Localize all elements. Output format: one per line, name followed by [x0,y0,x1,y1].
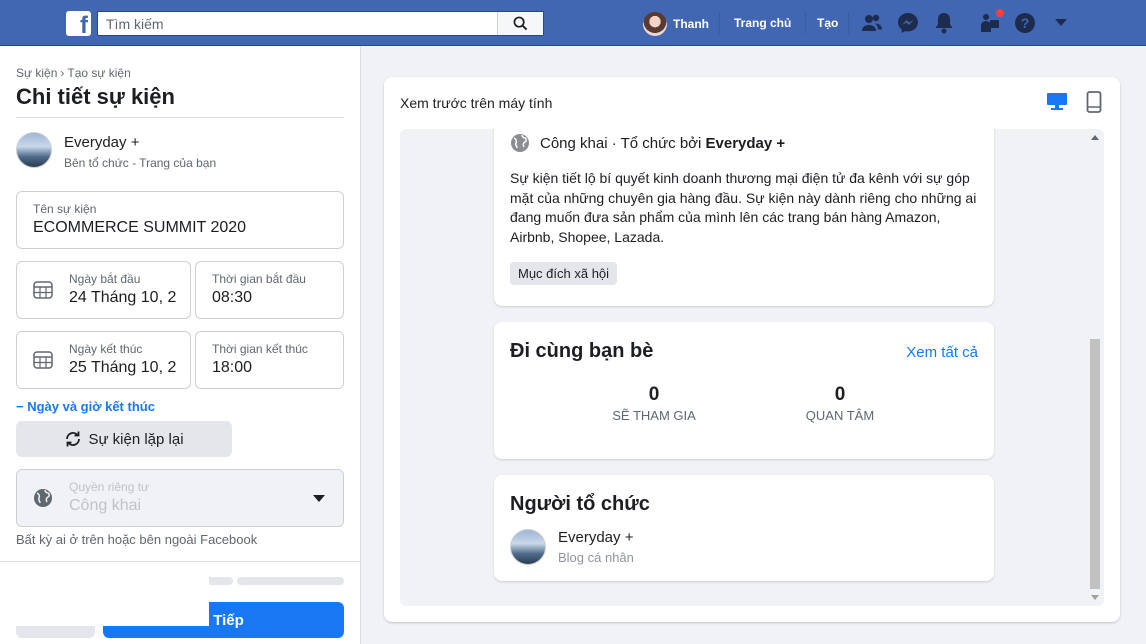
breadcrumb-events[interactable]: Sự kiện [16,66,57,80]
overlay-patch [0,563,209,626]
host-avatar [16,132,52,168]
search-input[interactable] [98,12,498,35]
see-all-link[interactable]: Xem tất cả [906,344,978,361]
end-time-field[interactable]: Thời gian kết thúc 18:00 [195,331,344,389]
divider [0,561,361,562]
preview-title: Xem trước trên máy tính [400,95,553,111]
divider [805,12,806,34]
breadcrumb-separator: › [60,66,65,80]
repeat-event-label: Sự kiện lặp lại [88,430,184,448]
search-icon [513,16,528,31]
friends-card: Đi cùng bạn bè Xem tất cả 0 SẼ THAM GIA … [494,322,994,459]
going-count: 0 [648,384,660,405]
end-date-field[interactable]: Ngày kết thúc 25 Tháng 10, 2020 [16,331,191,389]
preview-scrollbar[interactable] [1086,129,1102,606]
next-label: Tiếp [213,611,244,629]
calendar-icon [33,281,53,299]
globe-icon [511,134,529,152]
organizer-name[interactable]: Everyday + [558,529,633,546]
breadcrumb-create-event[interactable]: Tạo sự kiện [67,66,130,80]
event-name-value[interactable]: ECOMMERCE SUMMIT 2020 [33,219,246,237]
desktop-preview-icon[interactable] [1046,91,1068,116]
start-time-field[interactable]: Thời gian bắt đầu 08:30 [195,261,344,319]
privacy-value: Công khai [69,497,142,514]
progress-step-3 [237,577,344,585]
top-navigation-bar: f Thanh Trang chủ Tạo ? [0,0,1146,46]
divider [719,12,720,34]
event-name-field[interactable]: Tên sự kiện ECOMMERCE SUMMIT 2020 [16,191,344,249]
facebook-logo-icon[interactable]: f [66,11,91,36]
interested-stat: 0 QUAN TÂM [780,384,900,423]
host-name[interactable]: Everyday + [64,134,139,151]
repeat-event-button[interactable]: Sự kiện lặp lại [16,421,232,457]
privacy-label: Quyền riêng tư [69,480,150,494]
friend-requests-icon[interactable] [861,12,883,34]
dropdown-caret-icon [313,495,325,502]
event-description: Sự kiện tiết lộ bí quyết kinh doanh thươ… [510,170,977,245]
host-subtitle: Bên tổ chức - Trang của bạn [64,156,217,170]
calendar-icon [33,351,53,369]
page-title: Chi tiết sự kiện [16,84,175,109]
going-stat: 0 SẼ THAM GIA [594,384,714,423]
end-date-label: Ngày kết thúc [69,342,143,356]
divider [16,117,344,118]
end-time-label: Thời gian kết thúc [212,342,308,356]
start-time-label: Thời gian bắt đầu [212,272,306,286]
account-menu-caret-icon[interactable] [1050,12,1072,34]
search-button[interactable] [497,12,543,35]
start-date-label: Ngày bắt đầu [69,272,141,286]
avatar [643,12,667,36]
notification-badge [995,8,1005,18]
category-tag[interactable]: Mục đích xã hội [510,262,618,285]
privacy-note: Bất kỳ ai ở trên hoặc bên ngoài Facebook [16,532,258,547]
scrollbar-thumb[interactable] [1090,339,1100,589]
end-date-time-toggle[interactable]: − Ngày và giờ kết thúc [16,399,155,414]
create-link[interactable]: Tạo [817,16,838,30]
messenger-icon[interactable] [897,12,919,34]
user-name: Thanh [673,17,709,31]
home-link[interactable]: Trang chủ [734,16,791,30]
privacy-select[interactable]: Quyền riêng tư Công khai [16,469,344,527]
breadcrumb: Sự kiện › Tạo sự kiện [16,66,131,80]
preview-viewport: Công khai · Tổ chức bởi Everyday + Sự ki… [400,129,1104,606]
interested-count: 0 [834,384,846,405]
organizer-avatar [510,529,546,565]
organizer-subtitle: Blog cá nhân [558,550,634,565]
svg-text:?: ? [1021,15,1030,31]
organizer-title: Người tổ chức [510,493,650,515]
event-details-panel: Sự kiện › Tạo sự kiện Chi tiết sự kiện Eve… [0,46,361,644]
start-date-field[interactable]: Ngày bắt đầu 24 Tháng 10, 2020 [16,261,191,319]
desktop-preview-card: Xem trước trên máy tính Công khai · Tổ c… [384,77,1120,622]
scroll-up-arrow-icon[interactable] [1091,135,1099,140]
event-info-card: Công khai · Tổ chức bởi Everyday + Sự ki… [494,129,994,306]
end-time-value[interactable]: 18:00 [212,359,252,377]
organizer-link[interactable]: Everyday + [706,135,786,152]
friends-title: Đi cùng bạn bè [510,340,654,362]
scroll-down-arrow-icon[interactable] [1091,595,1099,600]
search-box [97,11,544,36]
divider [848,12,849,34]
visibility-text: Công khai · Tổ chức bởi [540,134,702,152]
organizer-card: Người tổ chức Everyday + Blog cá nhân [494,475,994,581]
visibility-row: Công khai · Tổ chức bởi Everyday + [510,133,785,153]
notifications-bell-icon[interactable] [933,12,955,34]
start-time-value[interactable]: 08:30 [212,289,252,307]
end-date-value[interactable]: 25 Tháng 10, 2020 [69,359,177,377]
mobile-preview-icon[interactable] [1086,91,1102,118]
event-name-label: Tên sự kiện [33,202,97,216]
quick-help-icon[interactable] [979,8,1005,34]
profile-link[interactable]: Thanh [643,12,709,36]
start-date-value[interactable]: 24 Tháng 10, 2020 [69,289,177,307]
help-icon[interactable]: ? [1014,12,1036,34]
going-label: SẼ THAM GIA [612,408,696,423]
repeat-icon [66,431,81,447]
interested-label: QUAN TÂM [805,408,875,423]
globe-icon [34,489,52,507]
